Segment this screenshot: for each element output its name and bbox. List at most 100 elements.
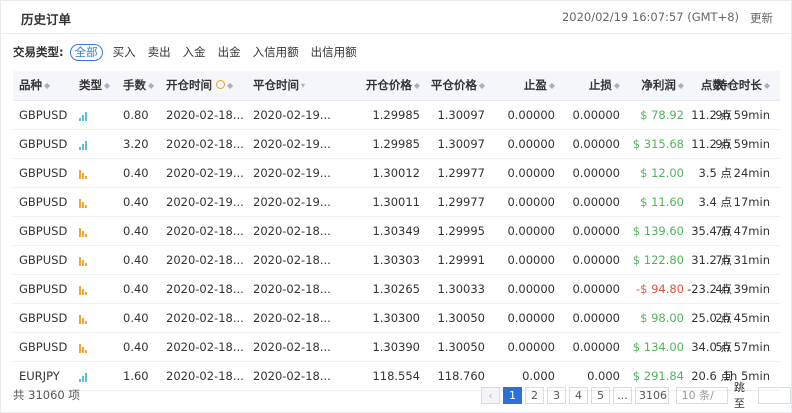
cell-symbol: GBPUSD xyxy=(19,253,68,267)
cell-close-time: 2020-02-19... xyxy=(253,195,331,209)
cell-open-price: 1.29985 xyxy=(372,108,420,122)
cell-type xyxy=(79,333,88,361)
cell-type xyxy=(79,217,88,245)
col-close-time[interactable]: 平仓时间 ▾ xyxy=(253,71,305,100)
col-net-profit[interactable]: 净利润 ◆ xyxy=(641,71,684,100)
cell-open-time: 2020-02-18... xyxy=(166,369,244,383)
sort-icon: ◆ xyxy=(478,81,485,90)
cell-duration: 5h 57min xyxy=(715,340,770,354)
col-type[interactable]: 类型 ◆ xyxy=(79,71,110,100)
cell-lots: 0.40 xyxy=(123,282,149,296)
sell-signal-icon xyxy=(79,169,88,179)
cell-points: 3.5 点 xyxy=(698,166,732,180)
sell-signal-icon xyxy=(79,314,88,324)
sell-signal-icon xyxy=(79,343,88,353)
cell-open-price: 1.30012 xyxy=(372,166,420,180)
cell-close-time: 2020-02-18... xyxy=(253,253,331,267)
total-count: 共 31060 项 xyxy=(13,388,80,402)
sort-icon: ◆ xyxy=(104,81,111,90)
cell-close-time: 2020-02-19... xyxy=(253,137,331,151)
filter-deposit[interactable]: 入金 xyxy=(183,44,206,60)
cell-net-profit: -$ 94.80 xyxy=(635,282,684,296)
col-take-profit[interactable]: 止盈 ◆ xyxy=(524,71,555,100)
cell-symbol: GBPUSD xyxy=(19,311,68,325)
cell-open-price: 1.30265 xyxy=(372,282,420,296)
trade-type-filter: 交易类型: 全部 买入 卖出 入金 出金 入信用额 出信用额 xyxy=(13,42,369,62)
sort-icon: ◆ xyxy=(44,81,51,90)
page-last-button[interactable]: 3106 xyxy=(635,386,669,404)
cell-open-time: 2020-02-19... xyxy=(166,195,244,209)
sell-signal-icon xyxy=(79,256,88,266)
cell-take-profit: 0.00000 xyxy=(507,311,555,325)
col-symbol[interactable]: 品种 ◆ xyxy=(19,71,50,100)
sell-signal-icon xyxy=(79,227,88,237)
buy-signal-icon xyxy=(79,140,88,150)
page-3-button[interactable]: 3 xyxy=(547,386,566,404)
cell-take-profit: 0.00000 xyxy=(507,224,555,238)
sell-signal-icon xyxy=(79,198,88,208)
panel-title: 历史订单 xyxy=(21,12,72,27)
filter-credit-in[interactable]: 入信用额 xyxy=(253,44,299,60)
cell-net-profit: $ 11.60 xyxy=(640,195,684,209)
cell-stop-loss: 0.00000 xyxy=(572,224,620,238)
cell-open-time: 2020-02-18... xyxy=(166,137,244,151)
cell-duration: 2h 45min xyxy=(715,311,770,325)
sort-icon: ◆ xyxy=(677,81,684,90)
cell-symbol: GBPUSD xyxy=(19,195,68,209)
pagination: ‹ 1 2 3 4 5 ... 3106 10 条/页 跳至 xyxy=(481,381,791,410)
cell-close-time: 2020-02-18... xyxy=(253,340,331,354)
refresh-button[interactable]: 更新 xyxy=(750,10,773,26)
page-1-button[interactable]: 1 xyxy=(503,386,522,404)
col-open-price[interactable]: 开仓价格 ◆ xyxy=(366,71,420,100)
table-row: GBPUSD 0.40 2020-02-18... 2020-02-18... … xyxy=(13,217,780,246)
page-ellipsis[interactable]: ... xyxy=(613,386,632,404)
cell-open-price: 1.29985 xyxy=(372,137,420,151)
buy-signal-icon xyxy=(79,111,88,121)
cell-symbol: GBPUSD xyxy=(19,108,68,122)
filter-withdraw[interactable]: 出金 xyxy=(218,44,241,60)
col-open-time[interactable]: 开仓时间 ◆ xyxy=(166,71,233,100)
cell-duration: 9h 59min xyxy=(715,137,770,151)
table-row: GBPUSD 0.40 2020-02-18... 2020-02-18... … xyxy=(13,333,780,362)
sort-icon: ▾ xyxy=(301,81,306,90)
page-2-button[interactable]: 2 xyxy=(525,386,544,404)
table-row: GBPUSD 0.40 2020-02-18... 2020-02-18... … xyxy=(13,275,780,304)
filter-buy[interactable]: 买入 xyxy=(113,44,136,60)
table-header: 品种 ◆ 类型 ◆ 手数 ◆ 开仓时间 ◆ 平仓时间 ▾ 开仓价格 ◆ 平仓价格 ◆ 止盈 ◆ … xyxy=(13,71,780,101)
cell-open-price: 118.554 xyxy=(372,369,420,383)
cell-symbol: GBPUSD xyxy=(19,224,68,238)
cell-duration: 17min xyxy=(733,195,770,209)
page-4-button[interactable]: 4 xyxy=(569,386,588,404)
cell-take-profit: 0.00000 xyxy=(507,166,555,180)
cell-lots: 0.40 xyxy=(123,166,149,180)
filter-all[interactable]: 全部 xyxy=(69,43,103,61)
cell-take-profit: 0.00000 xyxy=(507,108,555,122)
cell-type xyxy=(79,188,88,216)
page-5-button[interactable]: 5 xyxy=(591,386,610,404)
cell-type xyxy=(79,246,88,274)
page-size-select[interactable]: 10 条/页 xyxy=(675,386,728,404)
cell-symbol: GBPUSD xyxy=(19,340,68,354)
sort-icon: ◆ xyxy=(148,81,155,90)
prev-page-button[interactable]: ‹ xyxy=(481,386,500,404)
cell-close-price: 1.30097 xyxy=(437,137,485,151)
cell-symbol: GBPUSD xyxy=(19,137,68,151)
col-close-price[interactable]: 平仓价格 ◆ xyxy=(431,71,485,100)
table-row: GBPUSD 3.20 2020-02-18... 2020-02-19... … xyxy=(13,130,780,159)
col-lots[interactable]: 手数 ◆ xyxy=(123,71,154,100)
col-duration[interactable]: 持仓时长 ◆ xyxy=(716,71,770,100)
cell-type xyxy=(79,130,88,158)
cell-open-price: 1.30303 xyxy=(372,253,420,267)
filter-credit-out[interactable]: 出信用额 xyxy=(311,44,357,60)
cell-take-profit: 0.00000 xyxy=(507,340,555,354)
panel-header: 历史订单 2020/02/19 16:07:57 (GMT+8) 更新 xyxy=(1,1,791,34)
filter-sell[interactable]: 卖出 xyxy=(148,44,171,60)
cell-lots: 0.40 xyxy=(123,195,149,209)
cell-close-price: 1.29995 xyxy=(437,224,485,238)
col-stop-loss[interactable]: 止损 ◆ xyxy=(589,71,620,100)
cell-duration: 7h 31min xyxy=(715,253,770,267)
cell-open-time: 2020-02-18... xyxy=(166,282,244,296)
cell-close-price: 1.30033 xyxy=(437,282,485,296)
jump-page-input[interactable] xyxy=(757,386,791,404)
cell-close-price: 118.760 xyxy=(437,369,485,383)
